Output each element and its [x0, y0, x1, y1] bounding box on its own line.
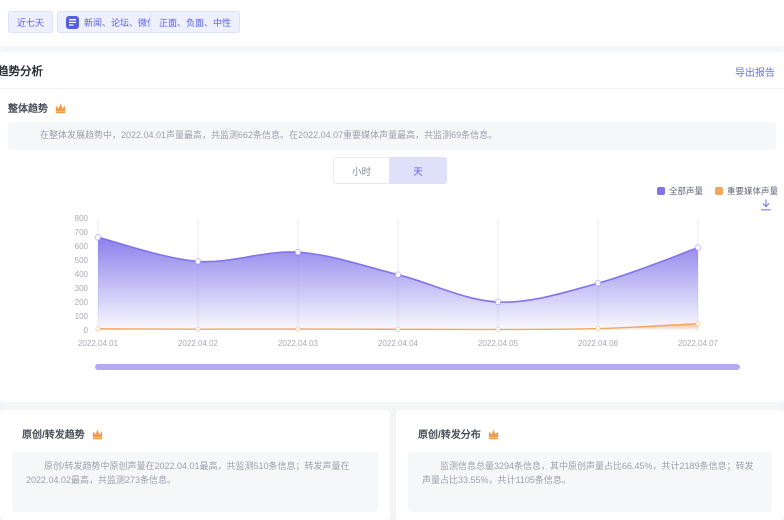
crown-icon — [54, 101, 67, 114]
crown-icon — [91, 427, 104, 440]
trend-chart-canvas[interactable]: 2022.04.01 2022.04.02 2022.04.03 2022.04.04… — [0, 205, 784, 355]
crown-icon — [487, 427, 500, 440]
svg-text:800: 800 — [75, 214, 89, 223]
svg-text:2022.04.01: 2022.04.01 — [78, 339, 119, 348]
card-title-text: 原创/转发趋势 — [22, 426, 85, 441]
legend-swatch-important — [715, 187, 723, 195]
original-repost-trend-summary: 原创/转发趋势中原创声量在2022.04.01最高，共监测510条信息；转发声量… — [12, 452, 378, 512]
svg-text:500: 500 — [75, 256, 89, 265]
original-repost-distribution-title: 原创/转发分布 — [418, 426, 500, 441]
svg-text:2022.04.06: 2022.04.06 — [578, 339, 619, 348]
export-report-link[interactable]: 导出报告 — [735, 64, 775, 79]
filter-chip-sentiment[interactable]: 正面、负面、中性 — [150, 11, 240, 33]
svg-text:200: 200 — [75, 298, 89, 307]
svg-text:100: 100 — [75, 312, 89, 321]
filter-bar: 近七天 新闻、论坛、微信... 正面、负面、中性 — [0, 0, 784, 46]
svg-text:0: 0 — [84, 326, 89, 335]
overall-summary: 在整体发展趋势中，2022.04.01声量最高，共监测662条信息。在2022.… — [8, 122, 776, 150]
page-title: 趋势分析 — [0, 63, 43, 79]
svg-text:400: 400 — [75, 270, 89, 279]
svg-text:2022.04.04: 2022.04.04 — [378, 339, 419, 348]
original-repost-distribution-summary: 监测信息总量3294条信息，其中原创声量占比66.45%，共计2189条信息；转… — [408, 452, 772, 512]
legend-item-important[interactable]: 重要媒体声量 — [715, 185, 778, 197]
filter-chip-sentiment-label: 正面、负面、中性 — [159, 16, 231, 29]
legend-label-total: 全部声量 — [669, 185, 703, 197]
svg-text:300: 300 — [75, 284, 89, 293]
filter-chip-date-label: 近七天 — [17, 16, 44, 29]
toggle-hour-button[interactable]: 小时 — [333, 157, 390, 184]
svg-text:600: 600 — [75, 242, 89, 251]
legend-swatch-total — [657, 187, 665, 195]
overall-trend-label: 整体趋势 — [8, 100, 67, 115]
media-source-icon — [66, 16, 79, 29]
svg-text:2022.04.05: 2022.04.05 — [478, 339, 519, 348]
legend-item-total[interactable]: 全部声量 — [657, 185, 703, 197]
svg-text:2022.04.03: 2022.04.03 — [278, 339, 319, 348]
legend-label-important: 重要媒体声量 — [727, 185, 778, 197]
original-repost-trend-card: 原创/转发趋势 原创/转发趋势中原创声量在2022.04.01最高，共监测510… — [0, 410, 390, 520]
trend-analysis-card: 趋势分析 导出报告 整体趋势 在整体发展趋势中，2022.04.01声量最高，共… — [0, 52, 784, 402]
chart-scroll-brush[interactable] — [95, 364, 740, 370]
svg-text:700: 700 — [75, 228, 89, 237]
card-header: 趋势分析 导出报告 — [0, 52, 784, 89]
original-repost-trend-title: 原创/转发趋势 — [22, 426, 104, 441]
granularity-toggle: 小时 天 — [333, 157, 447, 184]
filter-chip-date-range[interactable]: 近七天 — [8, 11, 53, 33]
toggle-day-button[interactable]: 天 — [390, 157, 447, 184]
chart-legend: 全部声量 重要媒体声量 — [657, 185, 778, 197]
overall-trend-title: 整体趋势 — [8, 100, 48, 115]
svg-text:2022.04.07: 2022.04.07 — [678, 339, 719, 348]
original-repost-distribution-card: 原创/转发分布 监测信息总量3294条信息，其中原创声量占比66.45%，共计2… — [396, 410, 784, 520]
card-title-text: 原创/转发分布 — [418, 426, 481, 441]
svg-text:2022.04.02: 2022.04.02 — [178, 339, 219, 348]
